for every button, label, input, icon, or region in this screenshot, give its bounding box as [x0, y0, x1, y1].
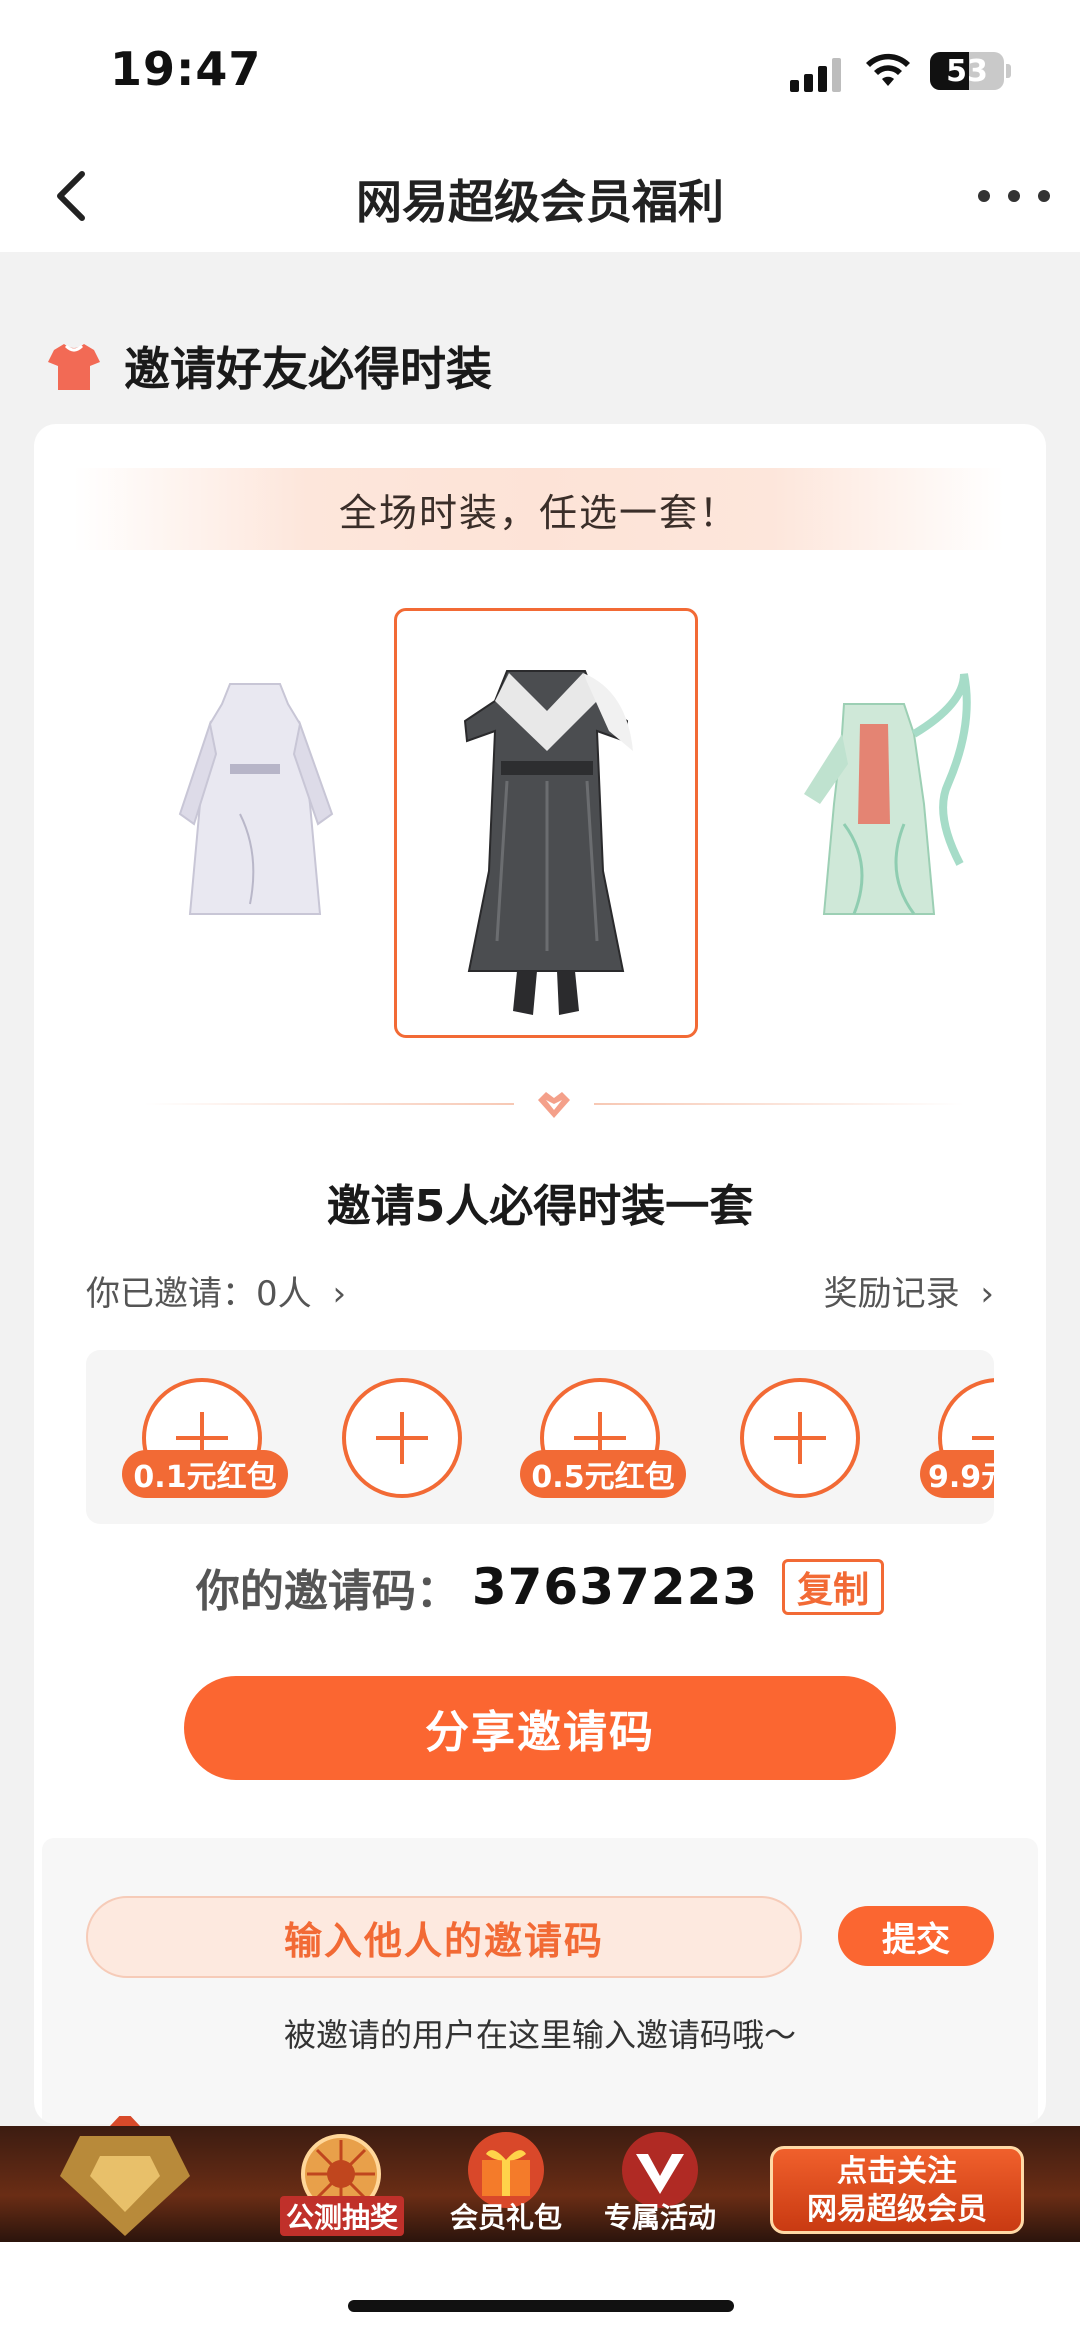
dark-armor-outfit-image[interactable]	[394, 608, 698, 1038]
enter-code-area	[42, 1838, 1038, 2124]
battery-tip	[1006, 64, 1011, 78]
more-dots-icon[interactable]	[978, 172, 1050, 220]
wifi-icon	[866, 53, 910, 86]
reward-record-label: 奖励记录	[823, 1274, 960, 1314]
home-area	[0, 2242, 1080, 2337]
invite-slot[interactable]	[342, 1378, 462, 1498]
tshirt-icon	[48, 344, 100, 390]
battery-level: 53	[946, 54, 988, 89]
heart-gem-icon	[538, 1092, 570, 1118]
status-bar: 19:47 53	[0, 0, 1080, 140]
slot-reward-badge: 0.1元红包	[122, 1450, 288, 1498]
invite-goal-title: 邀请5人必得时装一套	[326, 1181, 754, 1232]
section-title: 邀请好友必得时装	[124, 342, 492, 396]
white-robe-outfit-image[interactable]	[160, 664, 350, 934]
chevron-right-icon: ›	[980, 1274, 994, 1314]
promo-gift[interactable]: 会员礼包	[436, 2126, 576, 2242]
chevron-right-icon: ›	[332, 1274, 347, 1314]
page-title: 网易超级会员福利	[356, 175, 724, 229]
signal-icon	[790, 56, 846, 92]
promo-activity-label: 专属活动	[603, 2201, 716, 2234]
copy-button[interactable]: 复制	[782, 1559, 885, 1615]
home-indicator[interactable]	[348, 2300, 734, 2312]
invite-code-label: 你的邀请码：	[195, 1566, 460, 1617]
invite-code-input[interactable]: 输入他人的邀请码	[86, 1896, 802, 1978]
battery-icon: 53	[930, 52, 1004, 90]
follow-member-button[interactable]: 点击关注 网易超级会员	[770, 2146, 1024, 2234]
status-time: 19:47	[110, 42, 262, 96]
section-header: 邀请好友必得时装	[46, 334, 492, 398]
promo-lottery[interactable]: 公测抽奖	[272, 2126, 412, 2242]
reward-record-link[interactable]: 奖励记录 ›	[824, 1266, 994, 1315]
follow-label-line2: 网易超级会员	[807, 2192, 987, 2227]
promo-activity[interactable]: 专属活动	[590, 2126, 730, 2242]
nav-bar: 网易超级会员福利	[0, 140, 1080, 252]
submit-button[interactable]: 提交	[838, 1906, 994, 1966]
share-code-button[interactable]: 分享邀请码	[184, 1676, 896, 1780]
divider	[144, 1084, 964, 1124]
bottom-promo-banner: 公测抽奖 会员礼包 专属活动 点击关注 网易超级会员	[0, 2116, 1080, 2242]
invite-slot[interactable]	[740, 1378, 860, 1498]
invite-code-value: 37637223	[471, 1558, 759, 1616]
promo-banner: 全场时装，任选一套！	[74, 468, 1004, 550]
invited-count-link[interactable]: 你已邀请：0人 ›	[86, 1266, 346, 1315]
promo-lottery-label: 公测抽奖	[280, 2196, 404, 2236]
promo-gift-label: 会员礼包	[449, 2201, 562, 2234]
green-dress-outfit-image[interactable]	[764, 664, 994, 934]
invite-card: 全场时装，任选一套！ 邀请5人必得时装一套 你已邀请：0人 › 奖励记录 › 0…	[34, 424, 1046, 2124]
slot-reward-badge: 0.5元红包	[520, 1450, 686, 1498]
member-logo-icon	[60, 2116, 190, 2236]
invite-slots: 0.1元红包 0.5元红包 9.9元	[86, 1350, 994, 1524]
slot-reward-badge: 9.9元	[920, 1450, 994, 1498]
follow-label-line1: 点击关注	[837, 2154, 957, 2189]
enter-code-hint: 被邀请的用户在这里输入邀请码哦～	[283, 2016, 796, 2054]
invite-code-row: 你的邀请码： 37637223 复制	[34, 1552, 1046, 1622]
dark-armor-outfit-art	[463, 670, 633, 1015]
invited-count-label: 你已邀请：0人	[86, 1274, 312, 1314]
